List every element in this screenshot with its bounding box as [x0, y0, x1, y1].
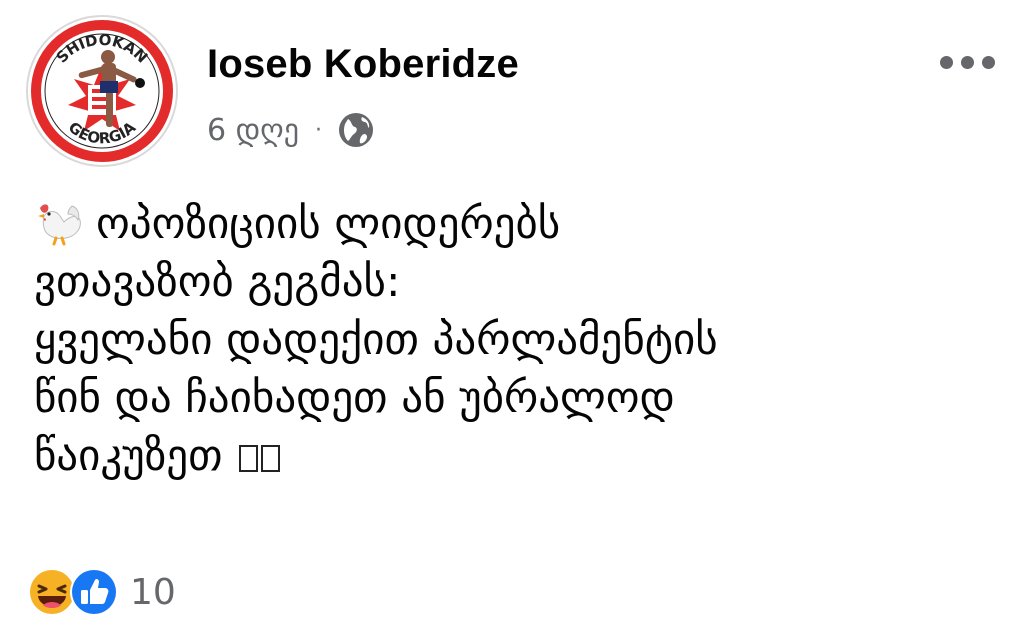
reaction-count: 10: [130, 571, 176, 613]
dot-icon: [982, 56, 995, 69]
facebook-post: SHIDOKAN GEORGIA Ioseb Koberidze 6 დღე ·: [0, 0, 1024, 633]
post-text: წაიკუზეთ: [34, 431, 223, 481]
post-meta: 6 დღე ·: [207, 108, 376, 152]
dot-icon: [940, 56, 953, 69]
dot-icon: [961, 56, 974, 69]
meta-separator: ·: [314, 117, 322, 143]
post-text: ოპოზიციის ლიდერებს: [96, 199, 561, 249]
more-options-button[interactable]: [940, 56, 995, 69]
post-body: ოპოზიციის ლიდერებს ვთავაზობ გეგმას: ყველ…: [34, 195, 994, 485]
rooster-emoji-icon: [38, 204, 81, 246]
reactions-summary[interactable]: 10: [26, 566, 176, 618]
globe-icon: [338, 113, 373, 147]
post-line: ყველანი დადექით პარლამენტის: [34, 315, 718, 365]
post-line: ოპოზიციის ლიდერებს: [34, 195, 994, 253]
shidokan-georgia-logo: SHIDOKAN GEORGIA: [31, 20, 173, 162]
post-line: ვთავაზობ გეგმას:: [34, 257, 401, 307]
like-reaction-icon: [70, 568, 118, 616]
avatar[interactable]: SHIDOKAN GEORGIA: [26, 15, 178, 167]
author-name[interactable]: Ioseb Koberidze: [207, 42, 519, 87]
post-line: წინ და ჩაიხადეთ ან უბრალოდ: [34, 373, 675, 423]
timestamp[interactable]: 6 დღე: [207, 113, 299, 148]
missing-glyph-icon: [261, 445, 281, 472]
missing-glyph-icon: [239, 445, 259, 472]
post-line: წაიკუზეთ: [34, 427, 994, 485]
